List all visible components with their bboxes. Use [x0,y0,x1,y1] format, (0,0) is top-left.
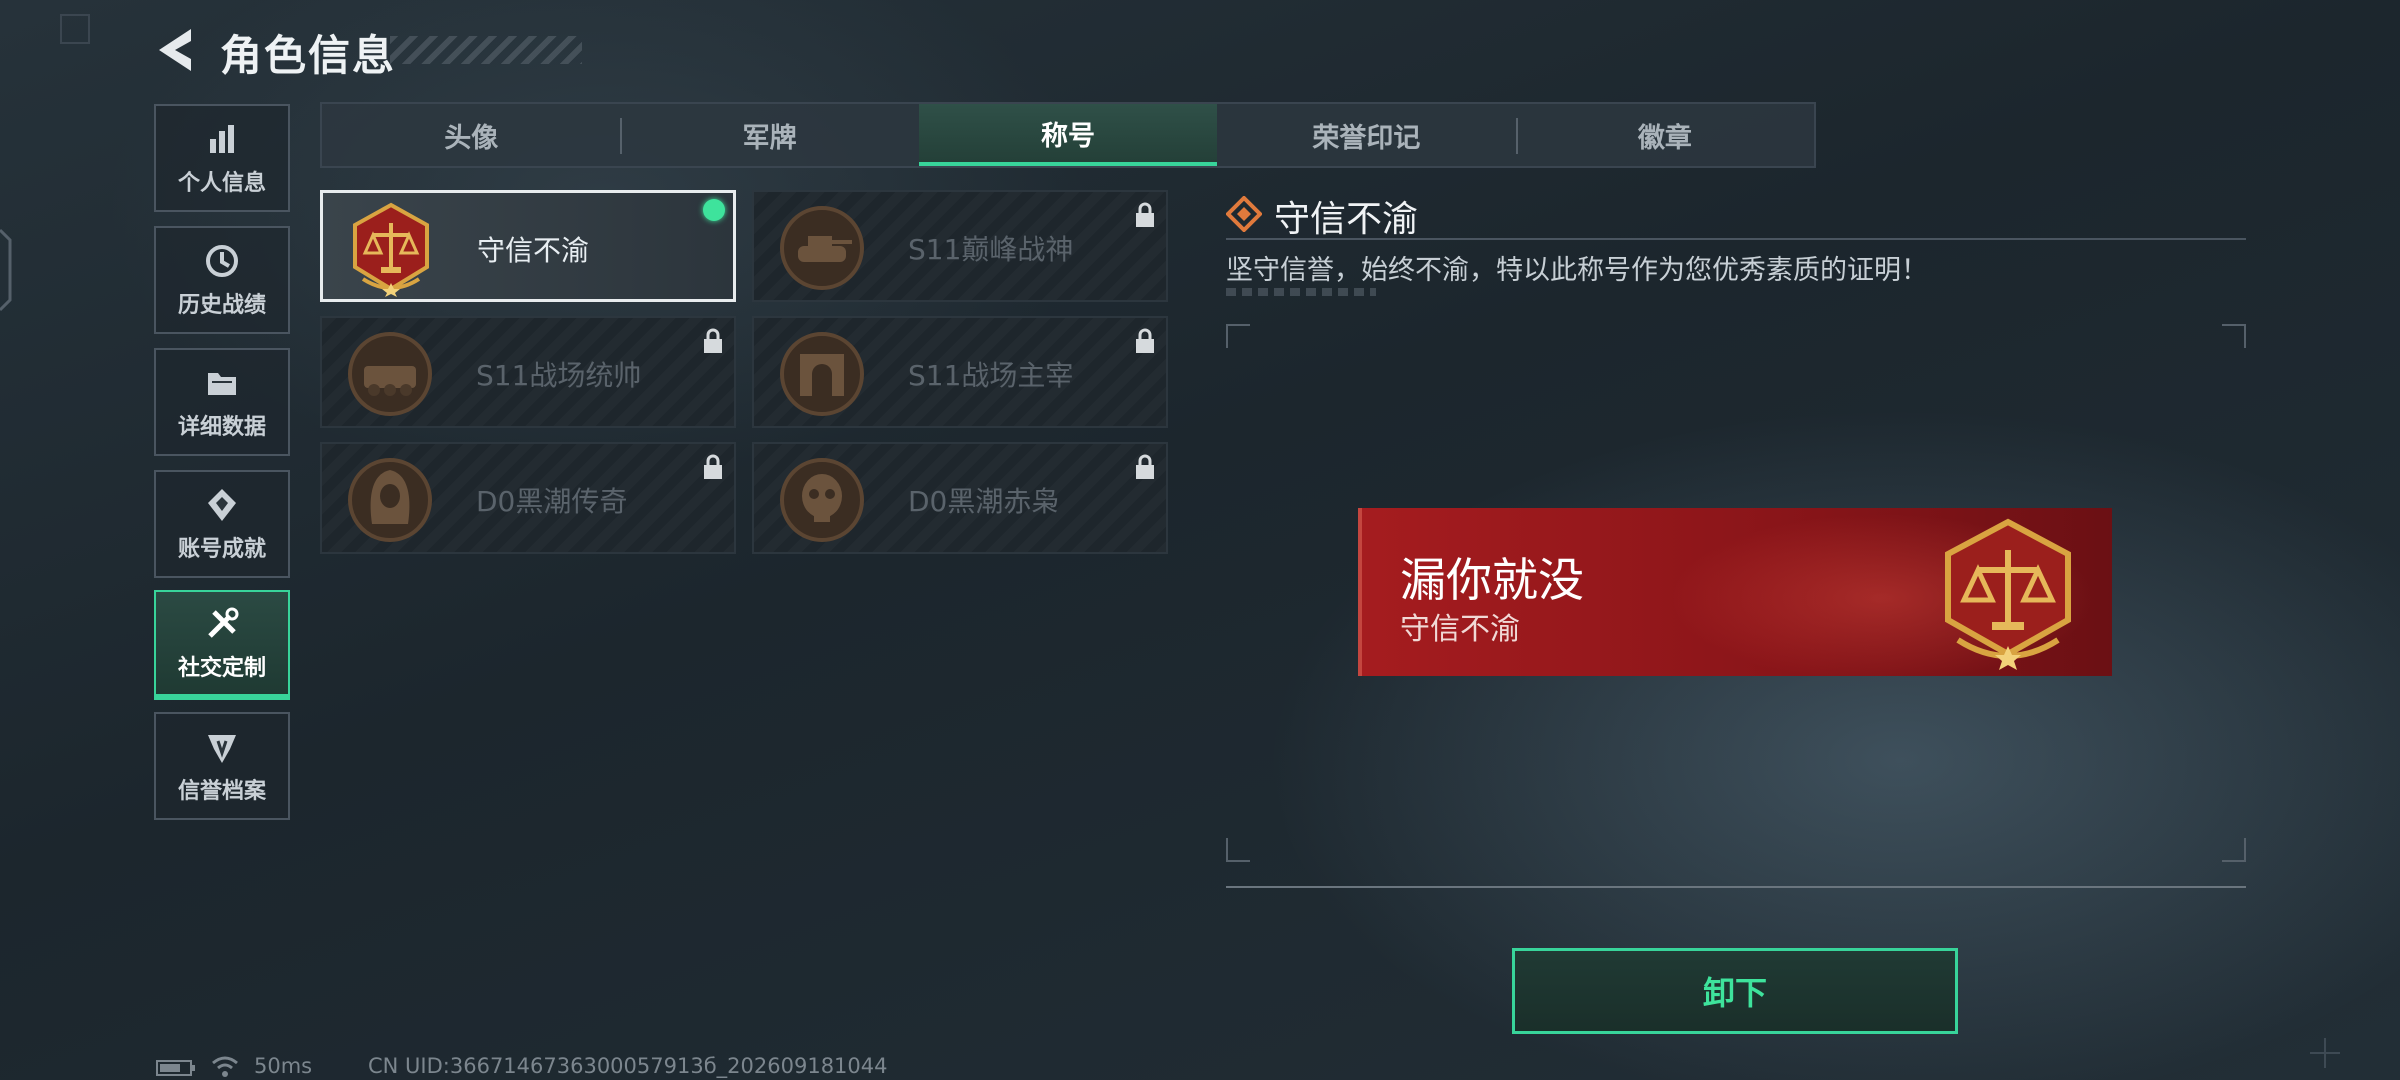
ping-readout: 50ms [254,1054,313,1078]
title-card-label: D0黑潮传奇 [476,485,628,518]
nameplate-title: 守信不渝 [1400,612,1520,647]
title-card[interactable]: D0黑潮传奇 [320,442,736,554]
title-card-label: 守信不渝 [477,234,590,267]
detail-title: 守信不渝 [1274,199,1419,240]
history-clock-icon [206,245,238,277]
edge-decoration [0,228,12,312]
nameplate-preview: 漏你就没 守信不渝 [1358,508,2112,676]
corner-frame [60,14,90,44]
back-arrow-icon [159,29,191,71]
equipped-indicator [703,199,725,221]
nav-personal-info[interactable]: 个人信息 [154,104,290,212]
decorative-ticks [1226,288,1376,296]
tank-medal-icon [780,206,864,290]
tools-icon [208,607,239,638]
category-tabs: 头像 军牌 称号 荣誉印记 徽章 [320,102,1816,168]
preview-frame-corner [2222,324,2246,348]
lock-icon [1136,328,1154,353]
nav-label: 账号成就 [177,537,266,562]
page-title: 角色信息 [220,31,397,80]
justice-scale-icon [353,202,429,297]
lock-icon [1136,202,1154,227]
tab-title[interactable]: 称号 [918,104,1218,166]
tab-badge[interactable]: 徽章 [1515,104,1814,166]
lock-icon [704,328,722,353]
nameplate-player-name: 漏你就没 [1400,553,1584,607]
skull-medal-icon [780,458,864,542]
folder-icon [208,373,236,395]
nav-label: 历史战绩 [177,293,266,318]
title-card[interactable]: 守信不渝 [320,190,736,302]
user-id: CN UID:3667146736300057913б_202609181044 [368,1054,888,1078]
nav-achievements[interactable]: 账号成就 [154,470,290,578]
nav-label: 社交定制 [177,656,266,681]
hooded-figure-medal-icon [348,458,432,542]
nav-label: 个人信息 [177,171,266,196]
back-button[interactable] [150,22,200,78]
title-card-label: S11巅峰战神 [908,233,1074,266]
detail-description: 坚守信誉，始终不渝，特以此称号作为您优秀素质的证明！ [1226,255,1928,286]
crosshair-icon [2310,1038,2340,1068]
diamond-icon [1226,196,1262,232]
justice-scale-icon [1945,518,2071,670]
lock-icon [704,454,722,479]
unequip-button[interactable]: 卸下 [1512,948,1958,1034]
nav-label: 详细数据 [177,415,266,440]
reputation-icon [208,735,236,763]
preview-frame-corner [1226,838,1250,862]
title-decoration [390,36,582,64]
nav-label: 信誉档案 [177,779,266,804]
preview-frame-corner [2222,838,2246,862]
wifi-icon [212,1056,238,1077]
divider [1226,886,2246,888]
preview-frame-corner [1226,324,1250,348]
divider [1226,238,2246,240]
nav-social-custom[interactable]: 社交定制 [154,590,290,700]
battery-icon [156,1060,195,1076]
title-card[interactable]: D0黑潮赤枭 [752,442,1168,554]
title-card[interactable]: S11战场统帅 [320,316,736,428]
tab-avatar[interactable]: 头像 [322,104,620,166]
nav-reputation[interactable]: 信誉档案 [154,712,290,820]
arch-medal-icon [780,332,864,416]
bar-chart-icon [210,125,234,153]
armored-vehicle-medal-icon [348,332,432,416]
title-card[interactable]: S11巅峰战神 [752,190,1168,302]
achievement-icon [208,489,236,521]
title-card-label: D0黑潮赤枭 [908,485,1060,518]
tab-honor-mark[interactable]: 荣誉印记 [1217,104,1515,166]
tab-dog-tag[interactable]: 军牌 [620,104,918,166]
title-card[interactable]: S11战场主宰 [752,316,1168,428]
nav-history[interactable]: 历史战绩 [154,226,290,334]
title-card-label: S11战场统帅 [476,359,642,392]
title-card-label: S11战场主宰 [908,359,1074,392]
lock-icon [1136,454,1154,479]
nav-detailed-data[interactable]: 详细数据 [154,348,290,456]
